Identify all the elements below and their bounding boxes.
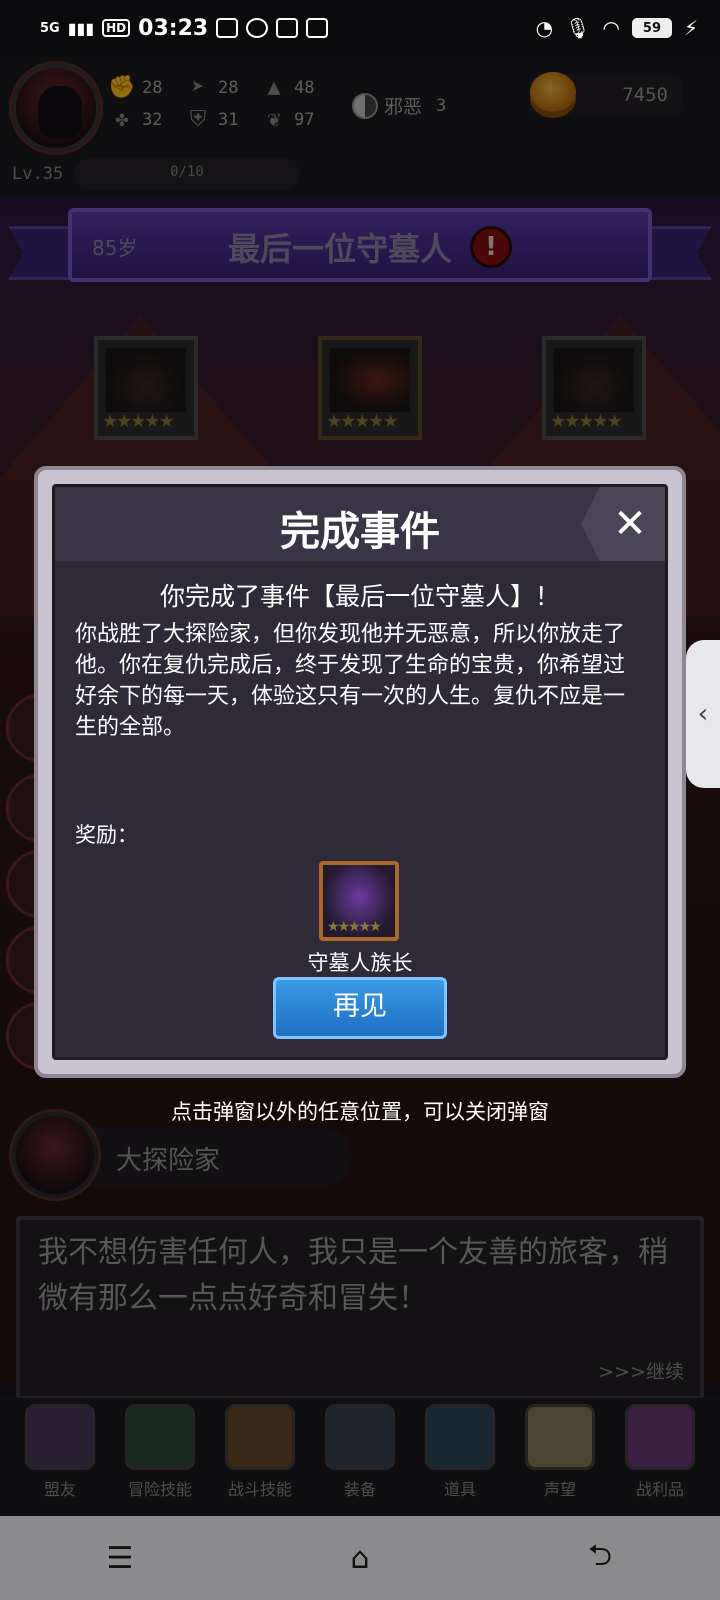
- back-button[interactable]: ⮌: [560, 1528, 640, 1588]
- close-hint: 点击弹窗以外的任意位置，可以关闭弹窗: [171, 1100, 549, 1124]
- modal-panel: 完成事件 ✕ 你完成了事件【最后一位守墓人】！ 你战胜了大探险家，但你发现他并无…: [52, 484, 668, 1060]
- signal-icon: ▮▮▮: [67, 18, 95, 38]
- hd-badge: HD: [102, 19, 131, 37]
- modal-header: 完成事件 ✕: [55, 487, 665, 561]
- modal-title: 完成事件: [280, 509, 440, 555]
- menu-button[interactable]: ☰: [80, 1528, 160, 1588]
- reward-item-icon[interactable]: ★★★★★: [319, 861, 399, 941]
- goodbye-button[interactable]: 再见: [273, 977, 447, 1039]
- back-icon: ⮌: [587, 1537, 613, 1573]
- reward-label: 奖励：: [75, 823, 138, 847]
- image-icon: [306, 18, 329, 38]
- menu-icon: ☰: [106, 1540, 134, 1576]
- home-button[interactable]: ⌂: [320, 1528, 400, 1588]
- event-complete-modal: 完成事件 ✕ 你完成了事件【最后一位守墓人】！ 你战胜了大探险家，但你发现他并无…: [34, 466, 686, 1078]
- clock: 03:23: [138, 15, 209, 41]
- charging-icon: ⚡: [683, 16, 698, 40]
- chevron-left-icon: ‹: [697, 699, 709, 729]
- storage-icon: [276, 18, 299, 38]
- navigation-bar: ☰ ⌂ ⮌: [0, 1516, 720, 1600]
- modal-subtitle: 你完成了事件【最后一位守墓人】！: [159, 582, 560, 611]
- wechat-icon: [246, 18, 269, 38]
- wifi-icon: ◠: [602, 16, 620, 40]
- battery-indicator: 59: [631, 18, 672, 38]
- reward-item-name: 守墓人族长: [307, 951, 413, 975]
- speed-icon: ◔: [535, 16, 554, 40]
- side-drawer-handle[interactable]: ‹: [686, 640, 720, 788]
- network-indicator: 5G: [40, 20, 60, 36]
- status-bar: 5G ▮▮▮ HD 03:23 ◔ 🎙 ◠ 59 ⚡: [0, 0, 720, 56]
- home-icon: ⌂: [350, 1540, 370, 1576]
- close-icon: ✕: [613, 501, 647, 547]
- star-rating-icon: ★★★★★: [327, 919, 382, 935]
- modal-body-text: 你战胜了大探险家，但你发现他并无恶意，所以你放走了他。你在复仇完成后，终于发现了…: [75, 622, 626, 740]
- mic-icon: 🎙: [565, 16, 591, 40]
- notification-app-icon: [216, 18, 239, 38]
